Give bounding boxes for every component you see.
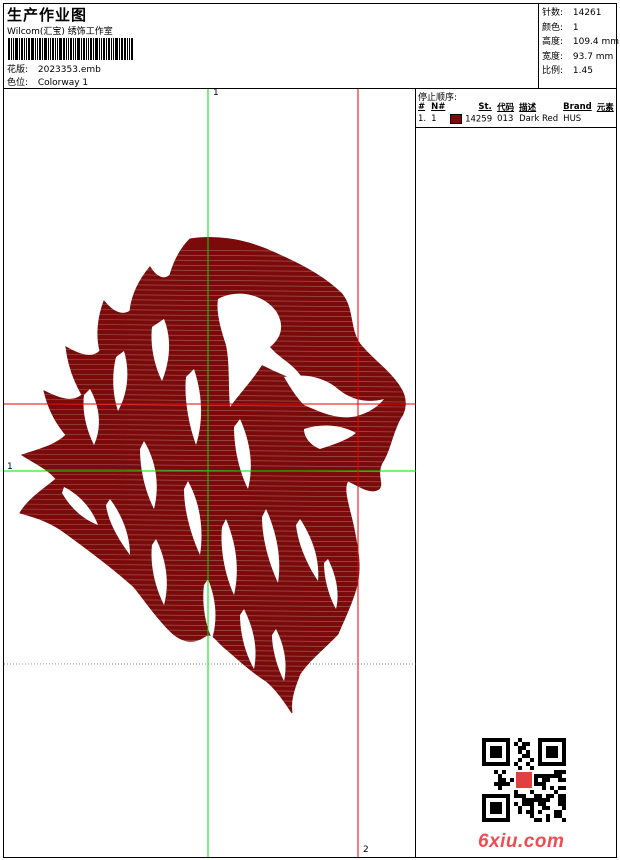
table-row: 1. 1 14259 013 Dark Red HUS (416, 113, 617, 125)
stat-row: 宽度: 93.7 mm (542, 51, 614, 62)
column-header: St. (478, 101, 492, 112)
watermark-logo: 6xiu.com (478, 831, 565, 852)
design-file-label: 花版: (7, 65, 29, 75)
stat-row: 高度: 109.4 mm (542, 37, 620, 47)
thread-description: Dark Red (519, 114, 559, 124)
column-header: 元素 (596, 102, 614, 113)
stat-row: 比例: 1.45 (542, 66, 593, 76)
stat-row: 针数: 14261 (542, 8, 602, 18)
stat-row: 颜色: 1 (542, 22, 579, 33)
color-swatch (450, 113, 463, 124)
guide-label-left: 1 (7, 462, 13, 472)
guide-label-bottom: 2 (363, 845, 369, 855)
colorway-value: Colorway 1 (37, 78, 89, 88)
stop-number: 1. (418, 114, 427, 124)
page-title: 生产作业图 (7, 6, 88, 24)
design-canvas: 1 1 2 (4, 89, 416, 857)
barcode (8, 38, 144, 60)
column-header: Brand (563, 101, 592, 112)
thread-element (595, 113, 617, 125)
table-header-row: # N# St. 代码 描述 Brand 元素 (416, 100, 617, 113)
column-header: # (418, 101, 426, 112)
column-header: 代码 (497, 102, 515, 113)
design-stats: 针数: 14261 颜色: 1 高度: 109.4 mm 宽度: 93.7 mm… (542, 6, 619, 79)
design-preview (4, 89, 416, 857)
thread-code: 013 (497, 114, 514, 124)
stats-divider (538, 3, 539, 89)
stops-header-divider (415, 127, 617, 128)
qr-code (482, 738, 566, 822)
stitch-cell: 14259 (448, 113, 495, 125)
colorway-label: 色位: (7, 78, 29, 88)
design-file-row: 花版: 2023353.emb (7, 62, 101, 75)
stitch-count: 14259 (465, 114, 493, 125)
studio-name: Wilcom(汇宝) 绣饰工作室 (7, 27, 113, 37)
thread-brand: HUS (563, 114, 582, 124)
needle-number: 1 (431, 114, 437, 124)
colorway-row: 色位: Colorway 1 (7, 75, 88, 88)
column-header: N# (431, 101, 446, 112)
guide-label-top: 1 (213, 89, 219, 98)
design-file-value: 2023353.emb (37, 65, 101, 75)
stop-sequence-table: # N# St. 代码 描述 Brand 元素 1. 1 14259 013 D… (416, 100, 617, 125)
column-header: 描述 (519, 102, 537, 113)
